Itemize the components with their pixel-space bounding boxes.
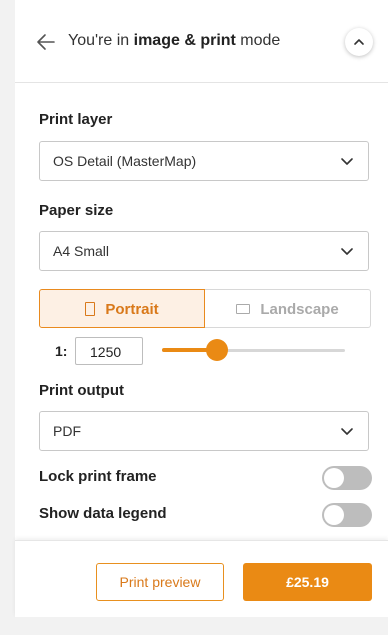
print-layer-select[interactable]: OS Detail (MasterMap) (39, 141, 369, 181)
toggle-knob (324, 468, 344, 488)
chevron-up-icon (354, 39, 364, 45)
lock-print-frame-label: Lock print frame (39, 468, 157, 485)
chevron-down-icon (341, 428, 353, 435)
print-preview-button[interactable]: Print preview (96, 563, 224, 601)
scale-value: 1250 (90, 344, 122, 360)
footer-divider (15, 617, 388, 635)
print-layer-value: OS Detail (MasterMap) (53, 153, 197, 169)
show-data-legend-toggle[interactable] (322, 503, 372, 527)
arrow-left-icon[interactable] (35, 31, 57, 53)
portrait-page-icon (85, 302, 96, 316)
scale-slider-thumb[interactable] (205, 339, 228, 361)
scale-prefix: 1: (55, 343, 68, 359)
collapse-button[interactable] (345, 28, 373, 56)
mode-prefix: You're in (68, 32, 134, 49)
paper-size-value: A4 Small (53, 243, 110, 259)
show-data-legend-label: Show data legend (39, 505, 167, 522)
mode-suffix: mode (235, 32, 281, 49)
lock-print-frame-toggle[interactable] (322, 466, 372, 490)
mode-indicator: You're in image & print mode (68, 32, 280, 50)
portrait-label: Portrait (105, 301, 159, 318)
paper-size-label: Paper size (39, 202, 114, 219)
landscape-label: Landscape (260, 301, 339, 318)
print-output-label: Print output (39, 382, 124, 399)
print-output-value: PDF (53, 423, 81, 439)
mode-name: image & print (133, 32, 236, 49)
paper-size-select[interactable]: A4 Small (39, 231, 369, 271)
print-panel: You're in image & print mode Print layer… (15, 0, 388, 635)
print-layer-label: Print layer (39, 111, 113, 128)
scale-input[interactable]: 1250 (75, 337, 143, 365)
portrait-button[interactable]: Portrait (39, 289, 205, 328)
toggle-knob (324, 505, 344, 525)
chevron-down-icon (341, 248, 353, 255)
panel-footer: Print preview £25.19 (15, 540, 388, 618)
print-output-select[interactable]: PDF (39, 411, 369, 451)
chevron-down-icon (341, 158, 353, 165)
landscape-page-icon (236, 304, 251, 314)
buy-print-button[interactable]: £25.19 (243, 563, 372, 601)
orientation-toggle: Portrait Landscape (39, 289, 371, 328)
panel-header: You're in image & print mode (15, 0, 388, 83)
landscape-button[interactable]: Landscape (205, 289, 371, 328)
